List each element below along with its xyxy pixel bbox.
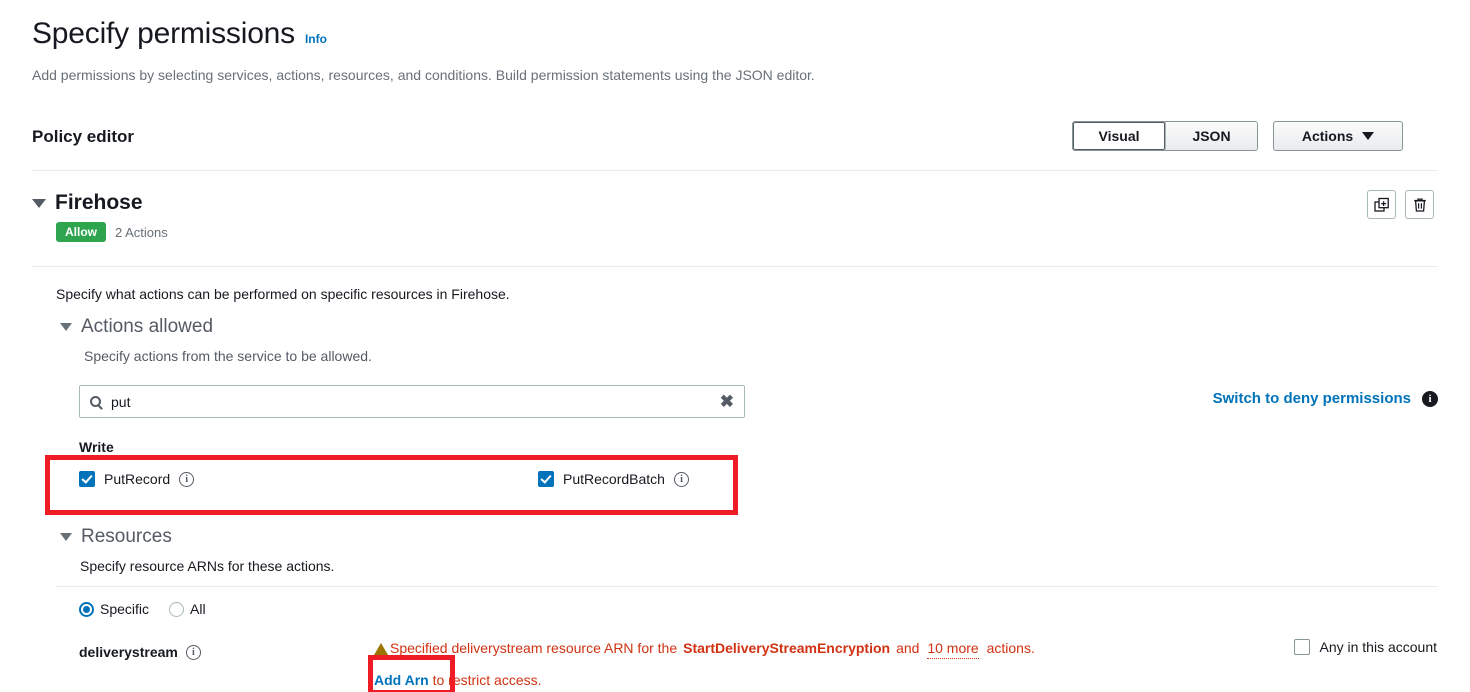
resources-title: Resources: [81, 526, 172, 548]
statement-service-name: Firehose: [55, 191, 143, 215]
radio-specific[interactable]: Specific: [79, 601, 149, 617]
statement-summary: Allow 2 Actions: [56, 222, 168, 242]
actions-allowed-header[interactable]: Actions allowed: [60, 316, 213, 338]
deny-permissions-area: Switch to deny permissions i: [1213, 390, 1438, 407]
resource-warning: Specified deliverystream resource ARN fo…: [374, 638, 1134, 690]
info-icon[interactable]: i: [1422, 391, 1438, 407]
resources-subtext: Specify resource ARNs for these actions.: [80, 556, 334, 576]
page-description: Add permissions by selecting services, a…: [32, 65, 815, 85]
warning-triangle-icon: [374, 643, 388, 655]
statement-actions: [1367, 190, 1434, 219]
statement-header: Firehose: [32, 191, 143, 215]
tab-visual[interactable]: Visual: [1073, 122, 1165, 150]
any-in-account-label: Any in this account: [1319, 639, 1437, 655]
chevron-down-icon[interactable]: [32, 199, 46, 208]
info-icon[interactable]: i: [179, 472, 194, 487]
duplicate-statement-button[interactable]: [1367, 190, 1396, 219]
action-item-putrecordbatch[interactable]: PutRecordBatch i: [538, 471, 689, 487]
chevron-down-icon[interactable]: [60, 533, 72, 541]
checkbox-any-in-this-account[interactable]: [1294, 639, 1310, 655]
resource-type-row: deliverystream i: [79, 644, 201, 660]
action-group-label: Write: [79, 439, 114, 455]
any-in-account-row[interactable]: Any in this account: [1294, 639, 1437, 655]
add-arn-suffix: to restrict access.: [433, 672, 542, 688]
warning-action-name: StartDeliveryStreamEncryption: [683, 638, 890, 658]
policy-editor-label: Policy editor: [32, 127, 134, 147]
resources-header[interactable]: Resources: [60, 526, 172, 548]
actions-allowed-title: Actions allowed: [81, 316, 213, 338]
action-count-label: 2 Actions: [115, 225, 168, 240]
actions-dropdown-label: Actions: [1302, 128, 1353, 144]
info-icon[interactable]: i: [186, 645, 201, 660]
delete-statement-button[interactable]: [1405, 190, 1434, 219]
status-badge: Allow: [56, 222, 106, 242]
tab-json[interactable]: JSON: [1165, 122, 1257, 150]
add-arn-line: Add Arn to restrict access.: [374, 670, 1134, 690]
actions-allowed-subtext: Specify actions from the service to be a…: [84, 346, 372, 366]
resource-scope-radios: Specific All: [79, 601, 206, 617]
page-header: Specify permissions Info: [32, 16, 327, 52]
divider-statement: [32, 266, 1438, 267]
radio-all-label: All: [190, 601, 206, 617]
search-input[interactable]: put: [111, 394, 720, 410]
divider-resources: [56, 586, 1438, 587]
editor-mode-segmented-control: Visual JSON: [1072, 121, 1258, 151]
add-arn-link[interactable]: Add Arn: [374, 672, 429, 688]
switch-to-deny-link[interactable]: Switch to deny permissions: [1213, 390, 1411, 407]
action-label: PutRecordBatch: [563, 471, 665, 487]
more-actions-link[interactable]: 10 more: [927, 638, 978, 659]
page-title: Specify permissions: [32, 16, 295, 52]
trash-icon: [1412, 197, 1428, 213]
info-icon[interactable]: i: [674, 472, 689, 487]
action-label: PutRecord: [104, 471, 170, 487]
resource-type-label: deliverystream: [79, 644, 178, 660]
chevron-down-icon: [1362, 132, 1374, 140]
radio-all-control[interactable]: [169, 602, 184, 617]
chevron-down-icon[interactable]: [60, 323, 72, 331]
radio-specific-control[interactable]: [79, 602, 94, 617]
action-item-putrecord[interactable]: PutRecord i: [79, 471, 194, 487]
clear-search-icon[interactable]: ✖: [720, 393, 734, 410]
actions-dropdown-button[interactable]: Actions: [1273, 121, 1403, 151]
checkbox-putrecordbatch[interactable]: [538, 471, 554, 487]
duplicate-icon: [1374, 197, 1390, 213]
radio-all[interactable]: All: [169, 601, 206, 617]
checkbox-putrecord[interactable]: [79, 471, 95, 487]
radio-specific-label: Specific: [100, 601, 149, 617]
search-icon: [90, 396, 101, 407]
resource-warning-text: Specified deliverystream resource ARN fo…: [374, 638, 1134, 659]
warning-text-mid: and: [896, 638, 919, 658]
actions-search-box[interactable]: put ✖: [79, 385, 745, 418]
page-info-link[interactable]: Info: [305, 32, 327, 46]
policy-editor-toolbar: Visual JSON Actions: [1072, 121, 1403, 151]
warning-text-before: Specified deliverystream resource ARN fo…: [390, 638, 677, 658]
divider-top: [32, 170, 1438, 171]
warning-text-after: actions.: [987, 638, 1035, 658]
specify-permissions-page: Specify permissions Info Add permissions…: [0, 0, 1470, 692]
statement-description: Specify what actions can be performed on…: [56, 284, 510, 304]
